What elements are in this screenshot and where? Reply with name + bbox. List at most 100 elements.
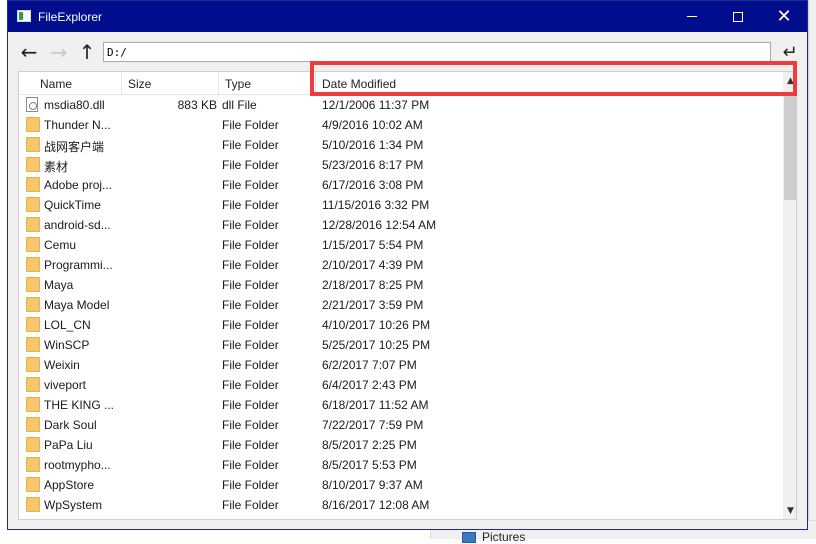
file-date-modified: 5/10/2016 1:34 PM (322, 138, 424, 152)
table-row[interactable]: WpSystem File Folder 8/16/2017 12:08 AM (19, 495, 783, 515)
file-type: File Folder (222, 458, 279, 472)
table-row[interactable]: Maya Model File Folder 2/21/2017 3:59 PM (19, 295, 783, 315)
arrow-left-icon: ← (20, 40, 38, 64)
table-row[interactable]: Weixin File Folder 6/2/2017 7:07 PM (19, 355, 783, 375)
file-name: AppStore (44, 478, 95, 492)
table-row[interactable]: viveport File Folder 6/4/2017 2:43 PM (19, 375, 783, 395)
folder-icon (24, 377, 40, 393)
scroll-down-button[interactable]: ▼ (783, 502, 796, 519)
file-type: File Folder (222, 418, 279, 432)
file-type: File Folder (222, 358, 279, 372)
arrow-right-icon: → (50, 40, 68, 64)
folder-icon (24, 357, 40, 373)
pictures-icon (462, 531, 476, 543)
file-name: android-sd... (44, 218, 111, 232)
vertical-scrollbar[interactable]: ▲ ▼ (783, 72, 796, 519)
table-row[interactable]: Programmi... File Folder 2/10/2017 4:39 PM (19, 255, 783, 275)
file-name: viveport (44, 378, 87, 392)
file-name: 战网客户端 (44, 140, 105, 154)
file-type: File Folder (222, 158, 279, 172)
file-size: 883 KB (177, 98, 217, 112)
table-row[interactable]: Adobe proj... File Folder 6/17/2016 3:08 P… (19, 175, 783, 195)
file-date-modified: 5/23/2016 8:17 PM (322, 158, 424, 172)
close-button[interactable]: ✕ (761, 1, 807, 32)
table-row[interactable]: THE KING ... File Folder 6/18/2017 11:52 A… (19, 395, 783, 415)
file-type: File Folder (222, 438, 279, 452)
file-name: LOL_CN (44, 318, 91, 332)
file-type: File Folder (222, 178, 279, 192)
table-row[interactable]: Cemu File Folder 1/15/2017 5:54 PM (19, 235, 783, 255)
table-row[interactable]: QuickTime File Folder 11/15/2016 3:32 PM (19, 195, 783, 215)
file-date-modified: 8/5/2017 5:53 PM (322, 458, 417, 472)
file-name: Maya Model (44, 298, 110, 312)
back-button[interactable]: ← (18, 40, 40, 64)
go-button[interactable]: ↵ (778, 41, 802, 63)
file-date-modified: 1/15/2017 5:54 PM (322, 238, 424, 252)
file-date-modified: 6/4/2017 2:43 PM (322, 378, 417, 392)
table-row[interactable]: PaPa Liu File Folder 8/5/2017 2:25 PM (19, 435, 783, 455)
minimize-icon (687, 16, 697, 17)
file-name: 素材 (44, 160, 69, 174)
file-name: Dark Soul (44, 418, 97, 432)
file-date-modified: 12/28/2016 12:54 AM (322, 218, 437, 232)
file-type: File Folder (222, 338, 279, 352)
file-date-modified: 12/1/2006 11:37 PM (322, 98, 430, 112)
app-icon (17, 10, 31, 22)
file-name: msdia80.dll (44, 98, 105, 112)
file-date-modified: 6/2/2017 7:07 PM (322, 358, 417, 372)
folder-icon (24, 177, 40, 193)
file-type: File Folder (222, 478, 279, 492)
folder-icon (24, 437, 40, 453)
table-row[interactable]: WinSCP File Folder 5/25/2017 10:25 PM (19, 335, 783, 355)
background-window-edge (808, 0, 816, 539)
up-button[interactable]: ↑ (76, 40, 98, 64)
table-row[interactable]: 素材 File Folder 5/23/2016 8:17 PM (19, 155, 783, 175)
folder-icon (24, 277, 40, 293)
folder-icon (24, 417, 40, 433)
file-name: THE KING ... (44, 398, 115, 412)
folder-icon (24, 137, 40, 153)
file-type: File Folder (222, 378, 279, 392)
table-row[interactable]: msdia80.dll 883 KB dll File 12/1/2006 11:37… (19, 95, 783, 115)
file-type: File Folder (222, 278, 279, 292)
close-icon: ✕ (776, 6, 792, 26)
title-bar[interactable]: FileExplorer ✕ (8, 1, 807, 32)
file-date-modified: 11/15/2016 3:32 PM (322, 198, 430, 212)
forward-button[interactable]: → (48, 40, 70, 64)
column-header-type[interactable]: Type (219, 72, 316, 95)
file-name: Maya (44, 278, 74, 292)
background-pictures-label: Pictures (482, 530, 526, 544)
file-name: WinSCP (44, 338, 90, 352)
column-header-size[interactable]: Size (122, 72, 219, 95)
file-date-modified: 2/10/2017 4:39 PM (322, 258, 424, 272)
file-type: File Folder (222, 398, 279, 412)
table-row[interactable]: Thunder N... File Folder 4/9/2016 10:02 AM (19, 115, 783, 135)
folder-icon (24, 217, 40, 233)
table-row[interactable]: Maya File Folder 2/18/2017 8:25 PM (19, 275, 783, 295)
table-row[interactable]: rootmypho... File Folder 8/5/2017 5:53 PM (19, 455, 783, 475)
address-input[interactable]: D:/ (103, 42, 771, 62)
table-row[interactable]: Dark Soul File Folder 7/22/2017 7:59 PM (19, 415, 783, 435)
table-row[interactable]: LOL_CN File Folder 4/10/2017 10:26 PM (19, 315, 783, 335)
minimize-button[interactable] (669, 1, 715, 32)
column-header-name[interactable]: Name (34, 72, 122, 95)
highlight-box (310, 61, 797, 96)
folder-icon (24, 337, 40, 353)
arrow-up-icon: ↑ (78, 40, 96, 64)
table-row[interactable]: 战网客户端 File Folder 5/10/2016 1:34 PM (19, 135, 783, 155)
file-type: File Folder (222, 218, 279, 232)
enter-return-icon: ↵ (782, 41, 798, 63)
table-row[interactable]: AppStore File Folder 8/10/2017 9:37 AM (19, 475, 783, 495)
file-date-modified: 6/17/2016 3:08 PM (322, 178, 424, 192)
folder-icon (24, 497, 40, 513)
table-row[interactable]: android-sd... File Folder 12/28/2016 12:54… (19, 215, 783, 235)
file-date-modified: 8/16/2017 12:08 AM (322, 498, 430, 512)
file-name: WpSystem (44, 498, 103, 512)
file-date-modified: 5/25/2017 10:25 PM (322, 338, 431, 352)
file-name: QuickTime (44, 198, 101, 212)
scroll-thumb[interactable] (784, 96, 796, 200)
maximize-button[interactable] (715, 1, 761, 32)
file-type: dll File (222, 98, 257, 112)
background-pictures-item: Pictures (462, 530, 525, 544)
file-type: File Folder (222, 118, 279, 132)
